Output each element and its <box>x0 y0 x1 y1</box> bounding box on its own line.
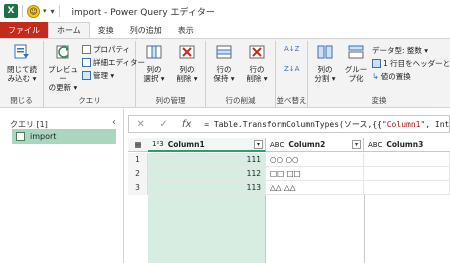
group-label: クエリ <box>78 96 101 105</box>
remove-columns-icon <box>179 45 195 59</box>
group-reduce-rows: 行の 保持 ▾ 行の 削除 ▾ 行の削減 <box>206 41 276 107</box>
column-header-column3[interactable]: ABC Column3 <box>364 138 450 152</box>
queries-pane: クエリ [1] ‹ import <box>0 109 124 263</box>
separator <box>58 5 60 17</box>
chevron-down-icon[interactable]: ▾ <box>43 7 47 15</box>
row-number[interactable]: 3 <box>128 181 148 195</box>
selected-column-fill <box>148 195 266 263</box>
sort-ascending-button[interactable]: A↓Z <box>284 45 299 53</box>
sort-descending-icon: Z↓A <box>284 65 300 73</box>
title-bar: X ☺ ▾ ▾ import - Power Query エディター <box>0 0 450 22</box>
group-label: 閉じる <box>10 96 33 105</box>
filter-dropdown-icon[interactable]: ▾ <box>352 140 361 149</box>
replace-values-button[interactable]: ↳ 値の置換 <box>372 71 411 82</box>
window-title: import - Power Query エディター <box>71 7 215 18</box>
formula-input[interactable]: = Table.TransformColumnTypes(ソース,{{"Colu… <box>204 119 449 130</box>
advanced-editor-icon <box>82 58 91 67</box>
collapse-pane-icon[interactable]: ‹ <box>112 117 116 128</box>
text-type-icon[interactable]: ABC <box>270 141 284 149</box>
table-cell[interactable]: 112 <box>148 167 266 181</box>
query-item-import[interactable]: import <box>12 129 116 144</box>
grid-corner[interactable]: ▦ <box>128 138 148 152</box>
refresh-preview-button[interactable]: プレビュー の更新 ▾ <box>46 43 80 92</box>
table-cell[interactable] <box>364 181 450 195</box>
column-header-column1[interactable]: 1²3 Column1 ▾ <box>148 138 266 152</box>
column-header-column2[interactable]: ABC Column2 ▾ <box>266 138 364 152</box>
excel-icon: X <box>4 4 18 18</box>
data-type-dropdown[interactable]: データ型: 整数 ▾ <box>372 45 428 56</box>
use-first-row-as-headers-button[interactable]: 1 行目をヘッダーとし <box>372 58 450 69</box>
row-number[interactable]: 2 <box>128 167 148 181</box>
group-label: 変換 <box>371 96 387 105</box>
header-row-icon <box>372 59 381 68</box>
group-sort: A↓Z Z↓A 並べ替え <box>276 41 308 107</box>
column-divider <box>364 195 365 263</box>
choose-columns-button[interactable]: 列の 選択 ▾ <box>138 43 170 83</box>
choose-columns-icon <box>146 45 162 59</box>
separator <box>22 5 23 17</box>
tab-add-column[interactable]: 列の追加 <box>122 22 170 38</box>
group-by-button[interactable]: グルー プ化 <box>341 43 371 83</box>
tab-home[interactable]: ホーム <box>48 22 90 38</box>
keep-rows-icon <box>216 45 232 59</box>
smiley-feedback-icon[interactable]: ☺ <box>27 4 40 18</box>
remove-rows-icon <box>249 45 265 59</box>
table-cell[interactable] <box>364 167 450 181</box>
table-icon <box>16 132 25 141</box>
tab-view[interactable]: 表示 <box>170 22 202 38</box>
group-close: 閉じて読 み込む ▾ 閉じる <box>0 41 44 107</box>
refresh-icon <box>56 45 69 59</box>
group-manage-columns: 列の 選択 ▾ 列の 削除 ▾ 列の管理 <box>136 41 206 107</box>
close-and-load-button[interactable]: 閉じて読 み込む ▾ <box>3 43 41 83</box>
group-by-icon <box>348 45 364 59</box>
keep-rows-button[interactable]: 行の 保持 ▾ <box>208 43 240 83</box>
group-label: 列の管理 <box>155 96 186 105</box>
formula-bar: ✕ ✓ fx = Table.TransformColumnTypes(ソース,… <box>128 115 450 133</box>
commit-formula-icon[interactable]: ✓ <box>152 119 175 130</box>
properties-button[interactable]: プロパティ <box>82 44 130 55</box>
tab-transform[interactable]: 変換 <box>90 22 122 38</box>
sort-ascending-icon: A↓Z <box>284 45 300 53</box>
table-menu-icon: ▦ <box>134 140 142 149</box>
manage-button[interactable]: 管理 ▾ <box>82 70 114 81</box>
group-query: プレビュー の更新 ▾ プロパティ 詳細エディター 管理 ▾ クエリ <box>44 41 145 107</box>
table-cell[interactable]: 113 <box>148 181 266 195</box>
table-cell[interactable] <box>364 153 450 167</box>
close-load-icon <box>14 44 29 59</box>
tab-file[interactable]: ファイル <box>0 22 48 38</box>
table-cell[interactable]: ○○ ○○ <box>266 153 364 167</box>
ribbon: 閉じて読 み込む ▾ 閉じる プレビュー の更新 ▾ プロパティ 詳細エディター… <box>0 38 450 108</box>
group-label: 行の削減 <box>225 96 256 105</box>
table-cell[interactable]: △△ △△ <box>266 181 364 195</box>
group-transform: 列の 分割 ▾ グルー プ化 データ型: 整数 ▾ 1 行目をヘッダーとし ↳ … <box>308 41 450 107</box>
row-number[interactable]: 1 <box>128 153 148 167</box>
remove-columns-button[interactable]: 列の 削除 ▾ <box>171 43 203 83</box>
quick-access-more-icon[interactable]: ▾ <box>51 7 55 16</box>
fx-icon[interactable]: fx <box>175 119 198 130</box>
remove-rows-button[interactable]: 行の 削除 ▾ <box>241 43 273 83</box>
filter-dropdown-icon[interactable]: ▾ <box>254 140 263 149</box>
cancel-formula-icon[interactable]: ✕ <box>129 119 152 130</box>
table-cell[interactable]: □□ □□ <box>266 167 364 181</box>
text-type-icon[interactable]: ABC <box>368 141 382 149</box>
split-column-icon <box>317 45 333 59</box>
replace-icon: ↳ <box>372 72 379 81</box>
integer-type-icon[interactable]: 1²3 <box>152 140 164 148</box>
group-label: 並べ替え <box>276 96 307 105</box>
properties-icon <box>82 45 91 54</box>
sort-descending-button[interactable]: Z↓A <box>284 65 299 73</box>
table-cell[interactable]: 111 <box>148 153 266 167</box>
ribbon-tabs: ファイル ホーム 変換 列の追加 表示 <box>0 22 450 38</box>
manage-icon <box>82 71 91 80</box>
split-column-button[interactable]: 列の 分割 ▾ <box>310 43 340 83</box>
